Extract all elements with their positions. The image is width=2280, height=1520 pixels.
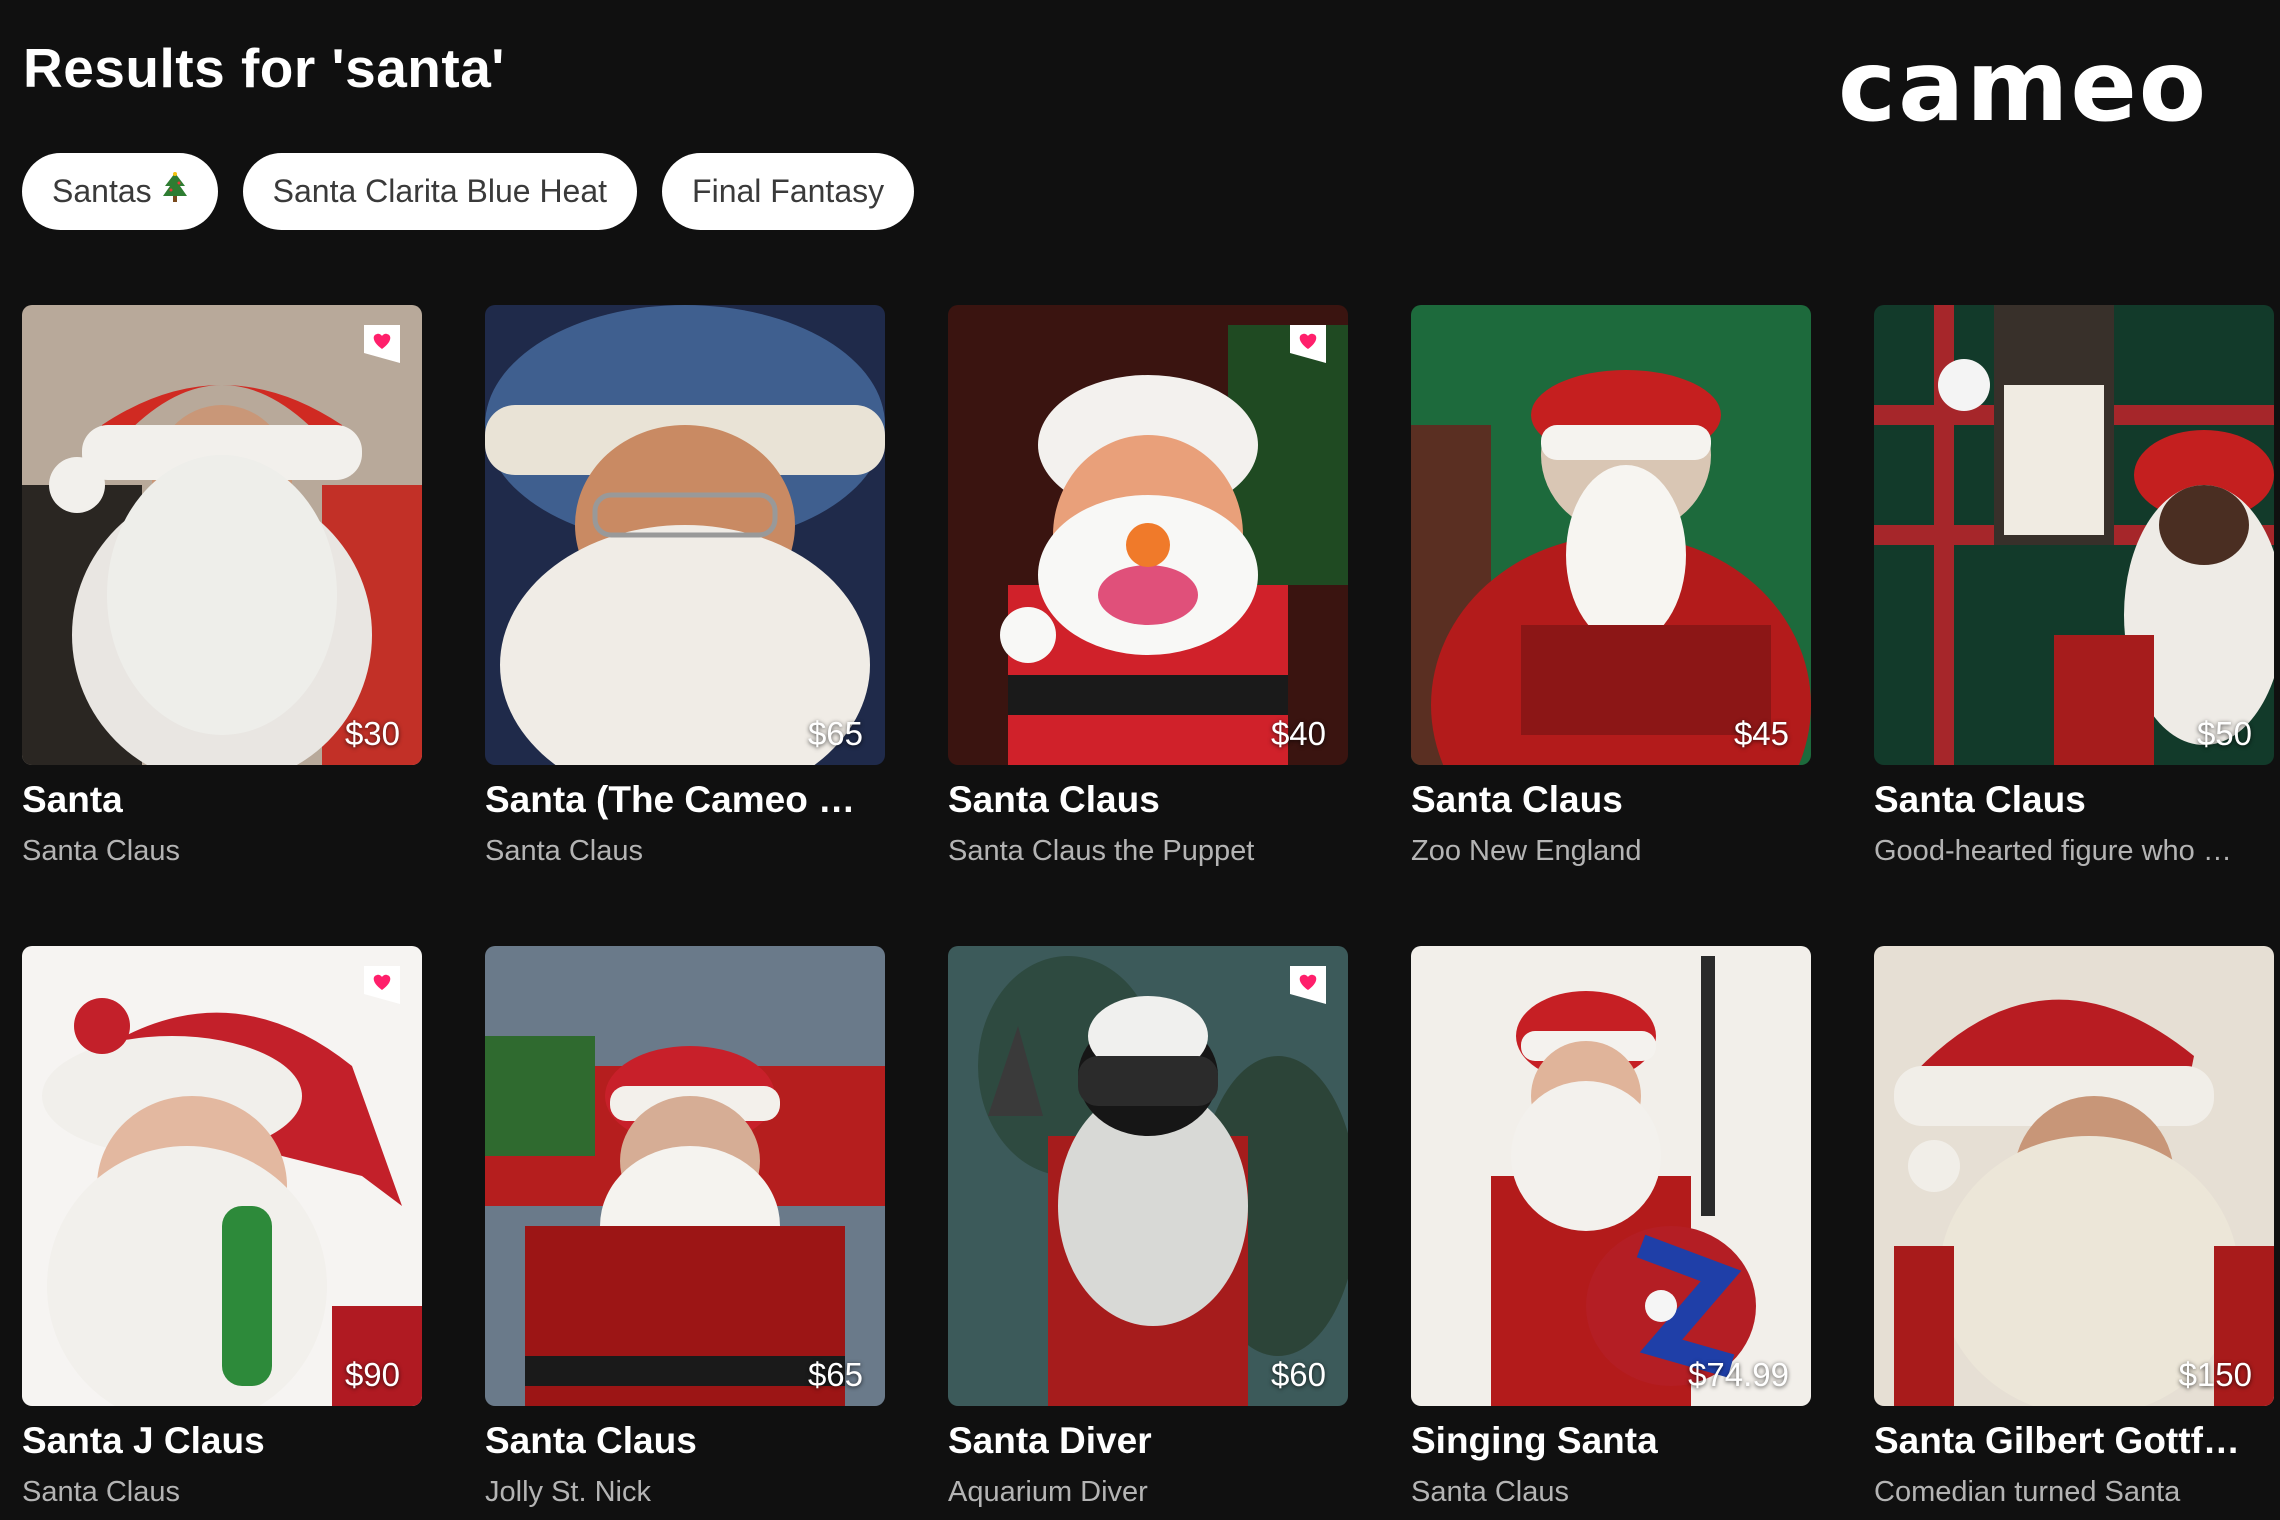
talent-card[interactable]: $40 Santa Claus Santa Claus the Puppet (948, 305, 1348, 868)
category-chips: Santas Santa Clarita Blue Heat Final Fan… (22, 153, 915, 230)
price-label: $50 (2196, 715, 2252, 752)
talent-photo[interactable]: $60 (948, 946, 1348, 1406)
favorite-flag-icon[interactable] (1288, 964, 1328, 1010)
talent-card[interactable]: $30 Santa Santa Claus (22, 305, 422, 868)
talent-name: Santa Claus (948, 779, 1160, 820)
talent-name: Santa J Claus (22, 1420, 265, 1461)
price-label: $60 (1270, 1356, 1326, 1393)
search-results-page: Results for 'santa' cameo Santas Santa C… (0, 0, 2280, 1520)
talent-subtitle: Santa Claus (22, 1476, 180, 1508)
talent-subtitle: Santa Claus (22, 835, 180, 867)
chip-label: Santas (52, 173, 152, 209)
chip-santas[interactable]: Santas (22, 153, 218, 230)
talent-photo[interactable]: $65 (485, 305, 885, 765)
talent-subtitle: Jolly St. Nick (485, 1476, 651, 1508)
talent-subtitle: Santa Claus the Puppet (948, 835, 1255, 867)
talent-card[interactable]: $65 Santa (The Cameo … Santa Claus (485, 305, 885, 868)
talent-subtitle: Santa Claus (485, 835, 643, 867)
favorite-flag-icon[interactable] (362, 964, 402, 1010)
talent-name: Singing Santa (1411, 1420, 1658, 1461)
chip-final-fantasy[interactable]: Final Fantasy (662, 153, 915, 230)
talent-photo[interactable]: $45 (1411, 305, 1811, 765)
price-label: $90 (344, 1356, 400, 1393)
talent-subtitle: Aquarium Diver (948, 1476, 1148, 1508)
price-label: $65 (807, 1356, 863, 1393)
talent-card[interactable]: $60 Santa Diver Aquarium Diver (948, 946, 1348, 1509)
talent-name: Santa Claus (1411, 779, 1623, 820)
talent-name: Santa Gilbert Gottf… (1874, 1420, 2240, 1461)
page-title: Results for 'santa' (23, 37, 505, 99)
talent-card[interactable]: $90 Santa J Claus Santa Claus (22, 946, 422, 1509)
chip-label: Final Fantasy (692, 173, 885, 209)
talent-photo[interactable]: $40 (948, 305, 1348, 765)
talent-photo[interactable]: $90 (22, 946, 422, 1406)
price-label: $45 (1733, 715, 1789, 752)
cameo-logo[interactable]: cameo (1838, 38, 2208, 136)
talent-name: Santa Claus (485, 1420, 697, 1461)
talent-name: Santa (22, 779, 123, 820)
christmas-tree-icon (162, 171, 188, 212)
talent-name: Santa Claus (1874, 779, 2086, 820)
talent-photo[interactable]: $30 (22, 305, 422, 765)
favorite-flag-icon[interactable] (1288, 323, 1328, 369)
price-label: $150 (2178, 1356, 2252, 1393)
talent-subtitle: Santa Claus (1411, 1476, 1569, 1508)
talent-card[interactable]: $50 Santa Claus Good-hearted figure who … (1874, 305, 2274, 868)
talent-photo[interactable]: $65 (485, 946, 885, 1406)
results-grid: $30 Santa Santa Claus $65 Santa (The Cam… (22, 305, 2274, 1509)
price-label: $65 (807, 715, 863, 752)
talent-photo[interactable]: $50 (1874, 305, 2274, 765)
favorite-flag-icon[interactable] (362, 323, 402, 369)
price-label: $30 (344, 715, 400, 752)
price-label: $40 (1270, 715, 1326, 752)
talent-card[interactable]: $45 Santa Claus Zoo New England (1411, 305, 1811, 868)
talent-card[interactable]: $150 Santa Gilbert Gottf… Comedian turne… (1874, 946, 2274, 1509)
talent-subtitle: Good-hearted figure who … (1874, 835, 2232, 867)
talent-subtitle: Zoo New England (1411, 835, 1642, 867)
talent-name: Santa (The Cameo … (485, 779, 856, 820)
talent-subtitle: Comedian turned Santa (1874, 1476, 2181, 1508)
talent-name: Santa Diver (948, 1420, 1152, 1461)
chip-santa-clarita-blue-heat[interactable]: Santa Clarita Blue Heat (242, 153, 638, 230)
talent-card[interactable]: $74.99 Singing Santa Santa Claus (1411, 946, 1811, 1509)
price-label: $74.99 (1688, 1356, 1789, 1393)
chip-label: Santa Clarita Blue Heat (272, 173, 608, 209)
talent-photo[interactable]: $74.99 (1411, 946, 1811, 1406)
talent-card[interactable]: $65 Santa Claus Jolly St. Nick (485, 946, 885, 1509)
talent-photo[interactable]: $150 (1874, 946, 2274, 1406)
